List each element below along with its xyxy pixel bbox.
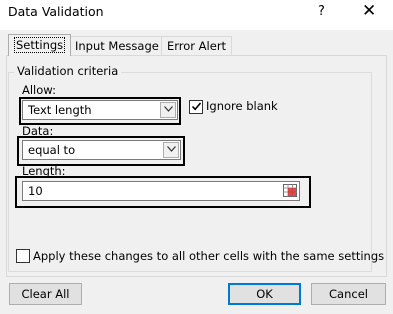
cancel-label: Cancel: [329, 287, 368, 301]
tab-settings[interactable]: Settings: [8, 34, 72, 56]
ok-button[interactable]: OK: [228, 283, 301, 305]
length-input[interactable]: 10: [22, 181, 300, 201]
allow-dropdown[interactable]: Text length: [22, 100, 178, 120]
allow-label: Allow:: [22, 83, 56, 97]
tab-settings-label: Settings: [14, 37, 66, 53]
title-bar: Data Validation ? ✕: [0, 0, 393, 30]
checkmark-icon: [191, 102, 201, 111]
tab-input-message[interactable]: Input Message: [69, 36, 165, 56]
help-button[interactable]: ?: [318, 4, 325, 19]
apply-to-all-checkbox[interactable]: [16, 249, 30, 263]
data-validation-dialog: Data Validation ? ✕ Settings Input Messa…: [0, 0, 393, 314]
tab-error-alert[interactable]: Error Alert: [161, 36, 233, 56]
chevron-down-icon[interactable]: [160, 102, 176, 118]
chevron-down-icon[interactable]: [163, 142, 179, 158]
range-select-icon[interactable]: [283, 184, 297, 197]
length-value: 10: [28, 184, 43, 198]
data-value: equal to: [28, 143, 76, 157]
close-button[interactable]: ✕: [362, 1, 376, 21]
cancel-button[interactable]: Cancel: [311, 283, 386, 305]
validation-criteria-title: Validation criteria: [14, 64, 122, 78]
window-title: Data Validation: [8, 4, 104, 19]
clear-all-button[interactable]: Clear All: [9, 283, 82, 305]
clear-all-label: Clear All: [21, 287, 70, 301]
ignore-blank-checkbox[interactable]: [189, 100, 203, 114]
data-dropdown[interactable]: equal to: [22, 140, 181, 160]
ignore-blank-label[interactable]: Ignore blank: [206, 99, 278, 113]
tab-error-alert-label: Error Alert: [167, 39, 227, 53]
apply-to-all-label[interactable]: Apply these changes to all other cells w…: [33, 249, 384, 263]
tab-input-message-label: Input Message: [75, 39, 159, 53]
ok-label: OK: [256, 287, 273, 301]
allow-value: Text length: [28, 103, 92, 117]
